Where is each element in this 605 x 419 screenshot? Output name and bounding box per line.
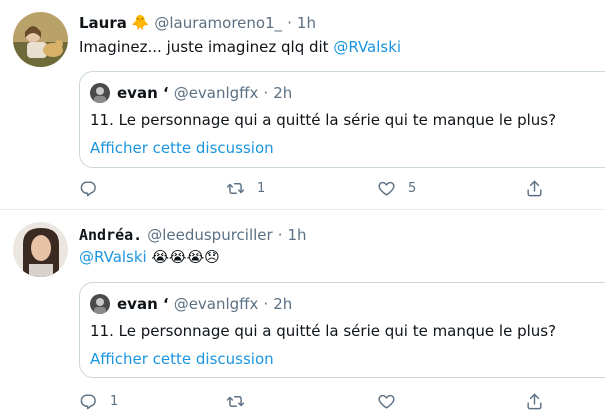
reply-button[interactable] [79, 178, 110, 198]
tweet-text: Imaginez... juste imaginez qlq dit @RVal… [79, 38, 401, 56]
avatar[interactable] [13, 222, 68, 277]
reply-icon [79, 392, 98, 411]
quoted-display-name: evan ‘ [117, 295, 169, 313]
quoted-tweet-header: evan ‘ @evanlgffx · 2h [90, 294, 292, 314]
mention-link[interactable]: @RValski [79, 248, 147, 266]
username[interactable]: @lauramoreno1_ [154, 14, 282, 32]
retweet-button[interactable]: 1 [226, 178, 265, 198]
quoted-avatar [90, 83, 110, 103]
retweet-icon [226, 392, 245, 411]
separator: · [263, 84, 269, 102]
quoted-tweet[interactable]: evan ‘ @evanlgffx · 2h 11. Le personnage… [79, 71, 605, 168]
reply-button[interactable]: 1 [79, 391, 118, 411]
reply-count: 1 [110, 393, 119, 409]
like-button[interactable] [377, 391, 408, 411]
display-name[interactable]: Andréa. [79, 226, 142, 244]
retweet-button[interactable] [226, 391, 257, 411]
separator: · [287, 14, 292, 32]
like-count: 5 [408, 180, 417, 196]
retweet-count: 1 [257, 180, 266, 196]
quoted-username: @evanlgffx [173, 84, 259, 102]
display-name[interactable]: Laura [79, 14, 127, 32]
share-icon [525, 179, 544, 198]
show-thread-link[interactable]: Afficher cette discussion [90, 139, 274, 157]
like-icon [377, 179, 396, 198]
separator: · [277, 226, 283, 244]
share-button[interactable] [525, 391, 544, 411]
quoted-tweet[interactable]: evan ‘ @evanlgffx · 2h 11. Le personnage… [79, 282, 605, 378]
avatar[interactable] [13, 12, 68, 67]
timestamp[interactable]: 1h [287, 226, 306, 244]
quoted-avatar [90, 294, 110, 314]
quoted-timestamp: 2h [273, 295, 293, 313]
name-emoji: 🐥 [131, 15, 150, 31]
retweet-icon [226, 179, 245, 198]
quoted-text: 11. Le personnage qui a quitté la série … [90, 111, 557, 129]
timestamp[interactable]: 1h [297, 14, 316, 32]
tweet-text-body: Imaginez... juste imaginez qlq dit [79, 38, 329, 56]
quoted-timestamp: 2h [273, 84, 293, 102]
tweet-text: @RValski 😭😭😭😞 [79, 248, 220, 266]
like-icon [377, 392, 396, 411]
quoted-username: @evanlgffx [173, 295, 259, 313]
username[interactable]: @leeduspurciller [147, 226, 272, 244]
tweet-header: Andréa. @leeduspurciller · 1h [79, 224, 307, 246]
tweet-actions: 1 5 [79, 178, 559, 198]
like-button[interactable]: 5 [377, 178, 416, 198]
tweet[interactable]: Andréa. @leeduspurciller · 1h @RValski 😭… [0, 211, 605, 419]
mention-link[interactable]: @RValski [333, 38, 401, 56]
share-button[interactable] [525, 178, 544, 198]
tweet-header: Laura 🐥 @lauramoreno1_ · 1h [79, 12, 316, 34]
tweet-emojis: 😭😭😭😞 [151, 248, 220, 266]
share-icon [525, 392, 544, 411]
separator: · [263, 295, 269, 313]
tweet[interactable]: Laura 🐥 @lauramoreno1_ · 1h Imaginez... … [0, 0, 605, 210]
tweet-actions: 1 [79, 391, 559, 411]
quoted-text: 11. Le personnage qui a quitté la série … [90, 322, 557, 340]
quoted-display-name: evan ‘ [117, 84, 169, 102]
quoted-tweet-header: evan ‘ @evanlgffx · 2h [90, 83, 292, 103]
show-thread-link[interactable]: Afficher cette discussion [90, 350, 274, 368]
reply-icon [79, 179, 98, 198]
